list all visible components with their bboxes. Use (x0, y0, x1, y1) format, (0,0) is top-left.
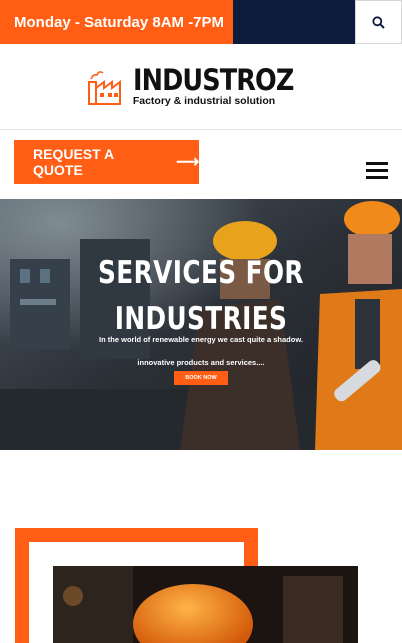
header-logo-area: INDUSTROZ Factory & industrial solution (0, 44, 402, 130)
business-hours: Monday - Saturday 8AM -7PM (0, 0, 233, 44)
request-quote-label: REQUEST A QUOTE (33, 146, 114, 178)
search-icon (372, 15, 385, 29)
book-now-button[interactable]: BOOK NOW (174, 371, 228, 385)
search-button[interactable] (355, 0, 402, 44)
factory-icon (87, 70, 121, 105)
hamburger-menu-icon[interactable] (366, 162, 388, 180)
about-worker-image (53, 566, 358, 643)
hero-subtitle-line-2: innovative products and services.... (137, 358, 265, 367)
hero-title-line-2: INDUSTRIES (114, 301, 288, 337)
top-bar-navy-block (233, 0, 355, 44)
hero-title-line-1: SERVICES FOR (98, 255, 304, 291)
arrow-right-icon: ⟶ (176, 154, 199, 171)
logo-name: INDUSTROZ (132, 63, 294, 97)
top-bar: Monday - Saturday 8AM -7PM (0, 0, 402, 44)
site-logo[interactable]: INDUSTROZ Factory & industrial solution (87, 66, 315, 107)
hero-subtitle-line-1: In the world of renewable energy we cast… (99, 335, 303, 344)
request-quote-button[interactable]: REQUEST A QUOTE ⟶ (14, 140, 199, 184)
hero-banner: SERVICES FOR INDUSTRIES In the world of … (0, 199, 402, 450)
